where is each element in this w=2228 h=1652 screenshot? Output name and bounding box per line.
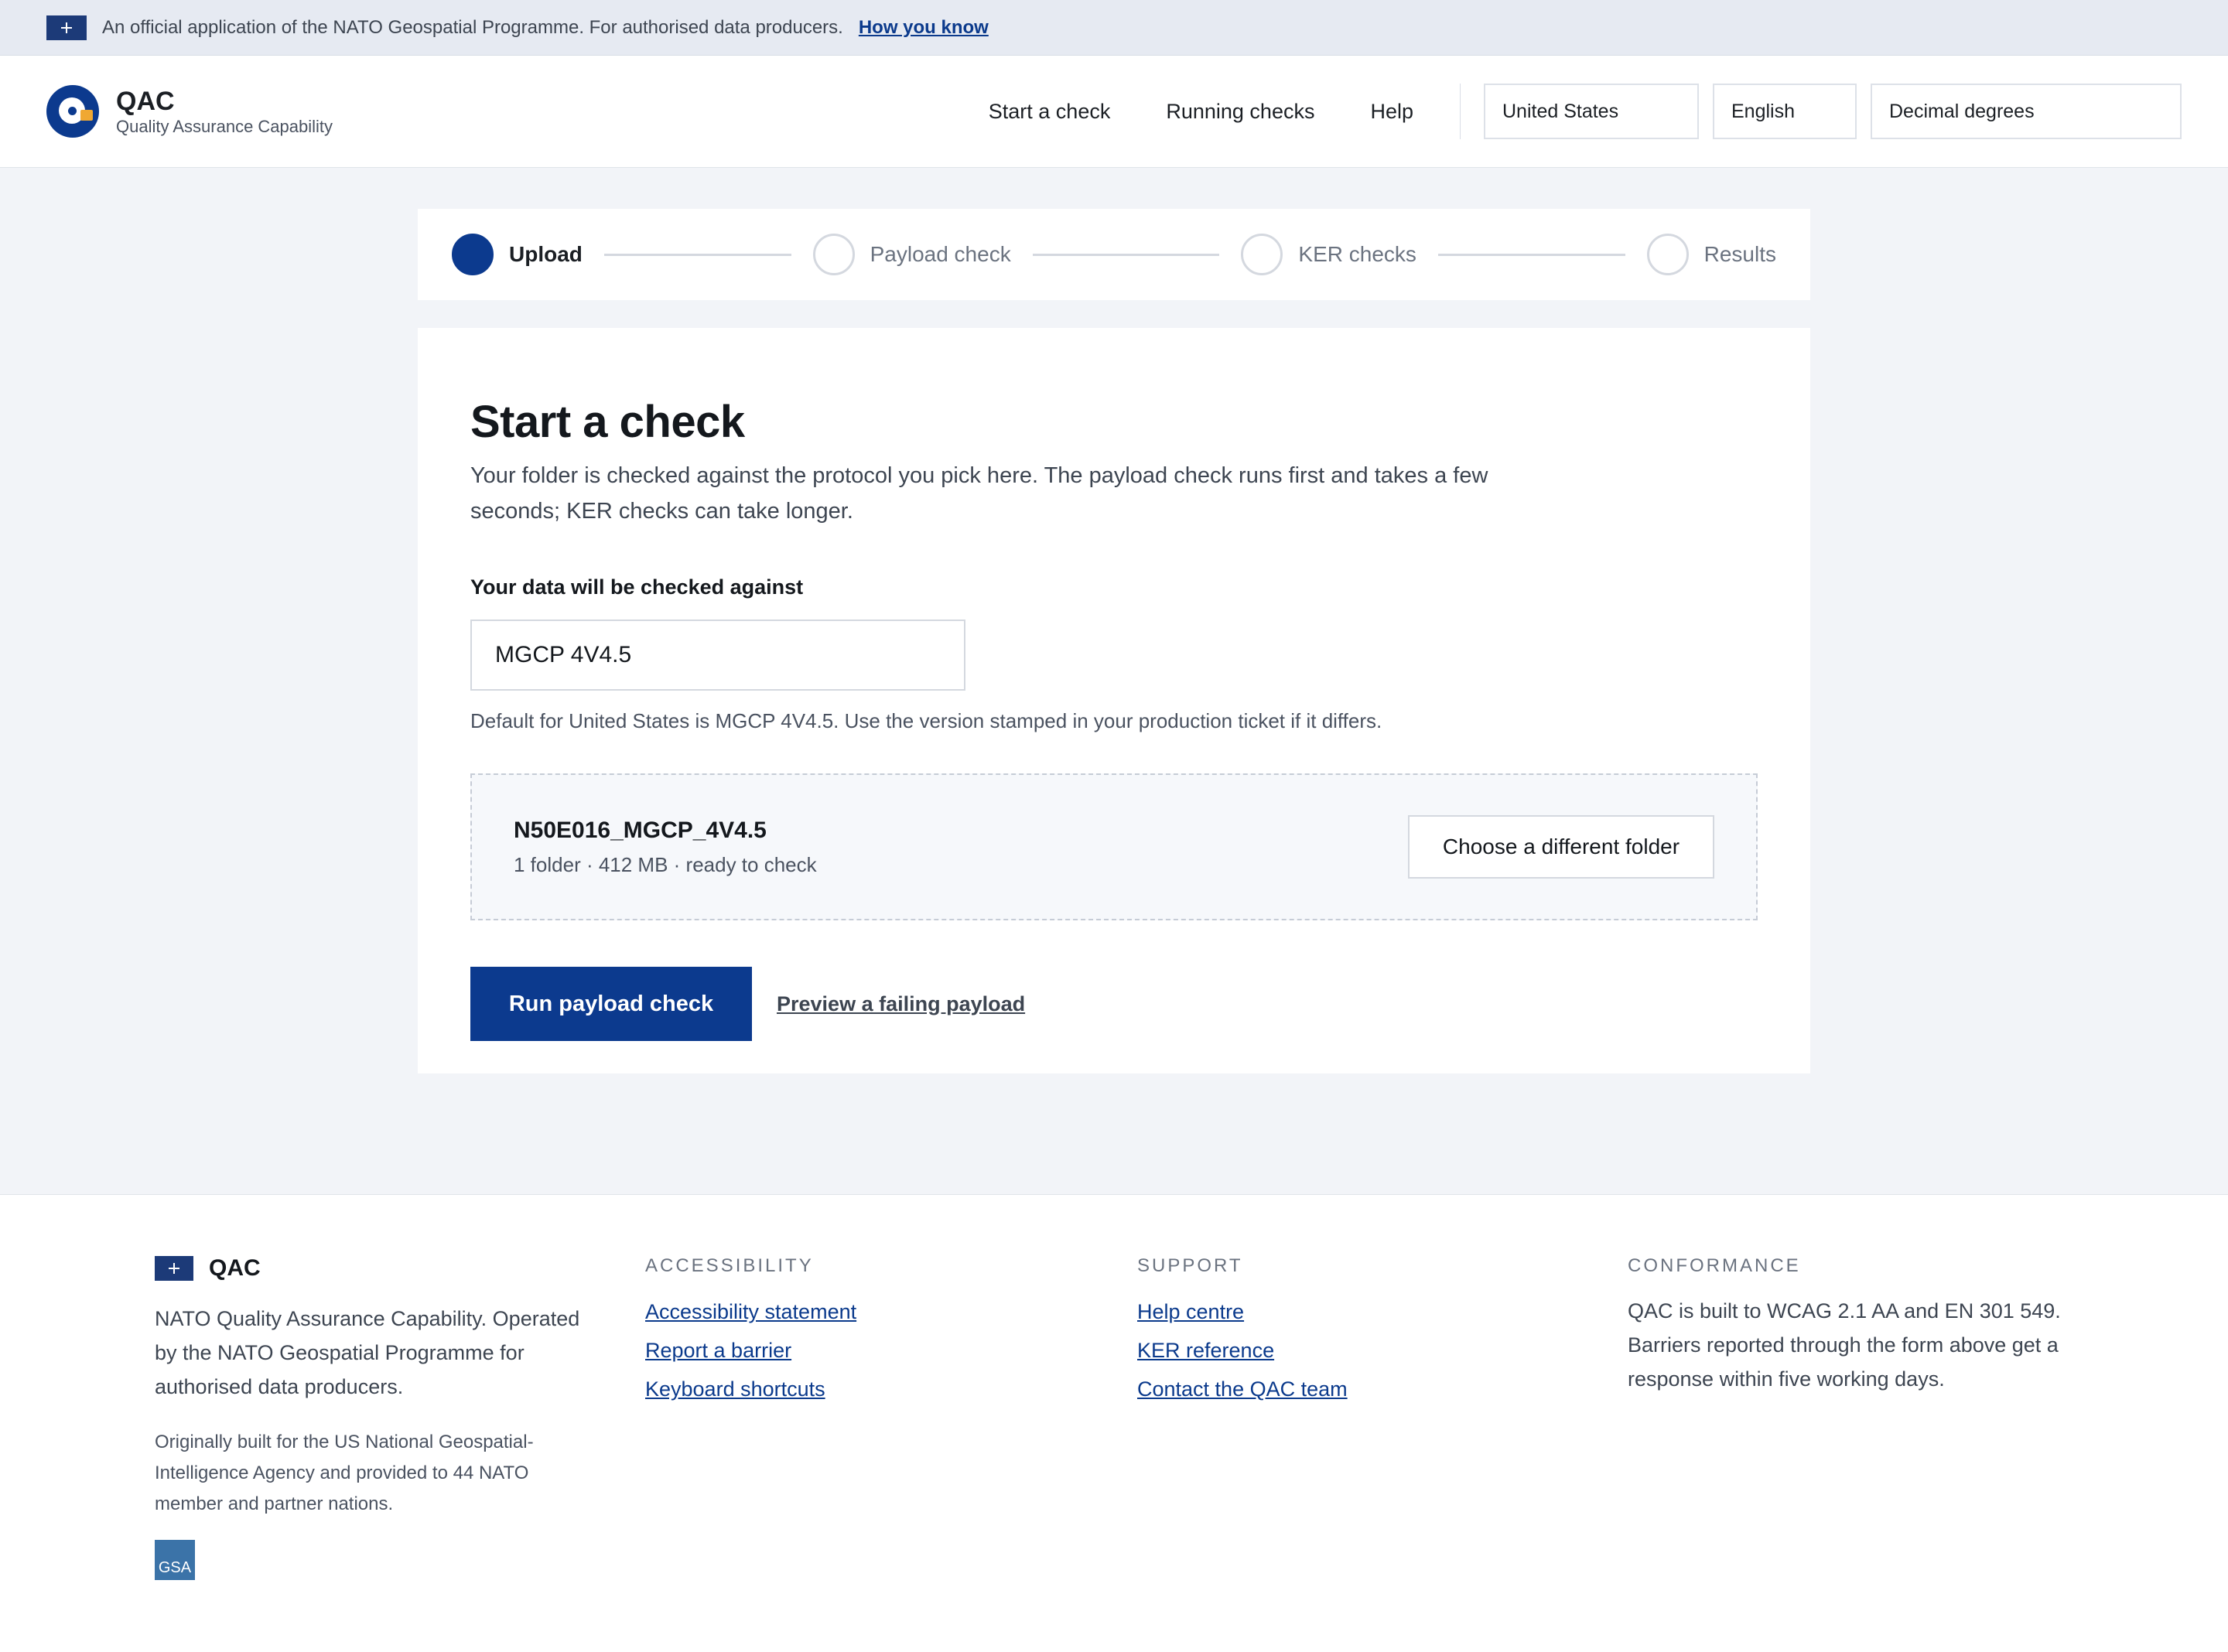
- banner-text: An official application of the NATO Geos…: [102, 16, 843, 38]
- footer-note: Originally built for the US National Geo…: [155, 1432, 534, 1514]
- step-pending-icon: [1241, 234, 1283, 275]
- page-lead: Your folder is checked against the proto…: [470, 463, 1488, 524]
- flag-icon: [155, 1256, 193, 1281]
- footer-link-list: Accessibility statement Report a barrier…: [645, 1292, 856, 1408]
- gsa-logo-icon: GSA: [155, 1540, 195, 1580]
- footer-conformance: Conformance QAC is built to WCAG 2.1 AA …: [1628, 1255, 2092, 1396]
- nav-help[interactable]: Help: [1370, 100, 1413, 124]
- step-connector: [1032, 253, 1220, 256]
- keyboard-shortcuts-link[interactable]: Keyboard shortcuts: [645, 1377, 825, 1401]
- form-actions: Run payload check Preview a failing payl…: [470, 967, 1758, 1041]
- protocol-hint: Default for United States is MGCP 4V4.5.…: [470, 709, 1382, 732]
- site-header: QAC Quality Assurance Capability Start a…: [0, 56, 2228, 168]
- nav-running-checks[interactable]: Running checks: [1166, 100, 1314, 124]
- step-ker-checks: KER checks: [1241, 234, 1416, 275]
- brand-name: QAC: [116, 87, 175, 116]
- step-current-icon: [452, 234, 494, 275]
- choose-folder-button[interactable]: Choose a different folder: [1408, 815, 1714, 879]
- folder-meta: 1 folder · 412 MB · ready to check: [514, 852, 817, 876]
- official-banner: An official application of the NATO Geos…: [0, 0, 2228, 56]
- footer-heading: Accessibility: [645, 1255, 814, 1276]
- footer-brand-name: QAC: [209, 1255, 261, 1281]
- main-nav: Start a check Running checks Help United…: [989, 84, 2182, 139]
- step-results: Results: [1646, 234, 1776, 275]
- step-connector: [1437, 253, 1625, 256]
- footer-heading: Conformance: [1628, 1255, 1801, 1276]
- language-select[interactable]: English: [1713, 84, 1857, 139]
- step-upload: Upload: [452, 234, 583, 275]
- protocol-input[interactable]: MGCP 4V4.5: [470, 620, 965, 691]
- coordinate-format-select[interactable]: Decimal degrees: [1871, 84, 2182, 139]
- footer-accessibility: Accessibility Accessibility statement Re…: [645, 1255, 856, 1408]
- step-label: Payload check: [870, 242, 1011, 266]
- step-label: Results: [1703, 242, 1776, 266]
- step-pending-icon: [1646, 234, 1689, 275]
- accessibility-statement-link[interactable]: Accessibility statement: [645, 1300, 856, 1323]
- run-payload-check-button[interactable]: Run payload check: [470, 967, 752, 1041]
- nav-start-a-check[interactable]: Start a check: [989, 100, 1111, 124]
- footer-support: Support Help centre KER reference Contac…: [1137, 1255, 1348, 1408]
- flag-icon: [46, 15, 87, 40]
- preview-failing-payload-link[interactable]: Preview a failing payload: [777, 992, 1025, 1016]
- protocol-field-label: Your data will be checked against: [470, 575, 804, 599]
- step-label: Upload: [509, 242, 583, 266]
- country-select[interactable]: United States: [1484, 84, 1699, 139]
- brand-subtitle: Quality Assurance Capability: [116, 117, 333, 136]
- folder-info: N50E016_MGCP_4V4.5 1 folder · 412 MB · r…: [514, 817, 817, 877]
- start-check-card: Start a check Your folder is checked aga…: [418, 328, 1810, 1073]
- site-footer: QAC NATO Quality Assurance Capability. O…: [0, 1194, 2228, 1652]
- footer-link-list: Help centre KER reference Contact the QA…: [1137, 1292, 1348, 1408]
- how-you-know-link[interactable]: How you know: [859, 17, 989, 39]
- step-label: KER checks: [1298, 242, 1416, 266]
- footer-description: NATO Quality Assurance Capability. Opera…: [155, 1307, 580, 1398]
- ker-reference-link[interactable]: KER reference: [1137, 1339, 1274, 1362]
- page-title: Start a check: [470, 397, 745, 447]
- step-connector: [603, 253, 791, 256]
- report-barrier-link[interactable]: Report a barrier: [645, 1339, 791, 1362]
- step-payload-check: Payload check: [812, 234, 1011, 275]
- folder-name: N50E016_MGCP_4V4.5: [514, 817, 767, 843]
- contact-team-link[interactable]: Contact the QAC team: [1137, 1377, 1348, 1401]
- footer-about: QAC NATO Quality Assurance Capability. O…: [155, 1255, 596, 1580]
- nav-divider: [1460, 84, 1461, 139]
- qac-logo-icon[interactable]: [46, 85, 99, 138]
- step-pending-icon: [812, 234, 855, 275]
- conformance-text: QAC is built to WCAG 2.1 AA and EN 301 5…: [1628, 1299, 2061, 1391]
- brand[interactable]: QAC Quality Assurance Capability: [116, 86, 333, 137]
- help-centre-link[interactable]: Help centre: [1137, 1300, 1244, 1323]
- footer-brand: QAC: [155, 1255, 596, 1282]
- footer-heading: Support: [1137, 1255, 1243, 1276]
- progress-stepper: Upload Payload check KER checks Results: [418, 209, 1810, 300]
- folder-dropzone[interactable]: N50E016_MGCP_4V4.5 1 folder · 412 MB · r…: [470, 773, 1758, 920]
